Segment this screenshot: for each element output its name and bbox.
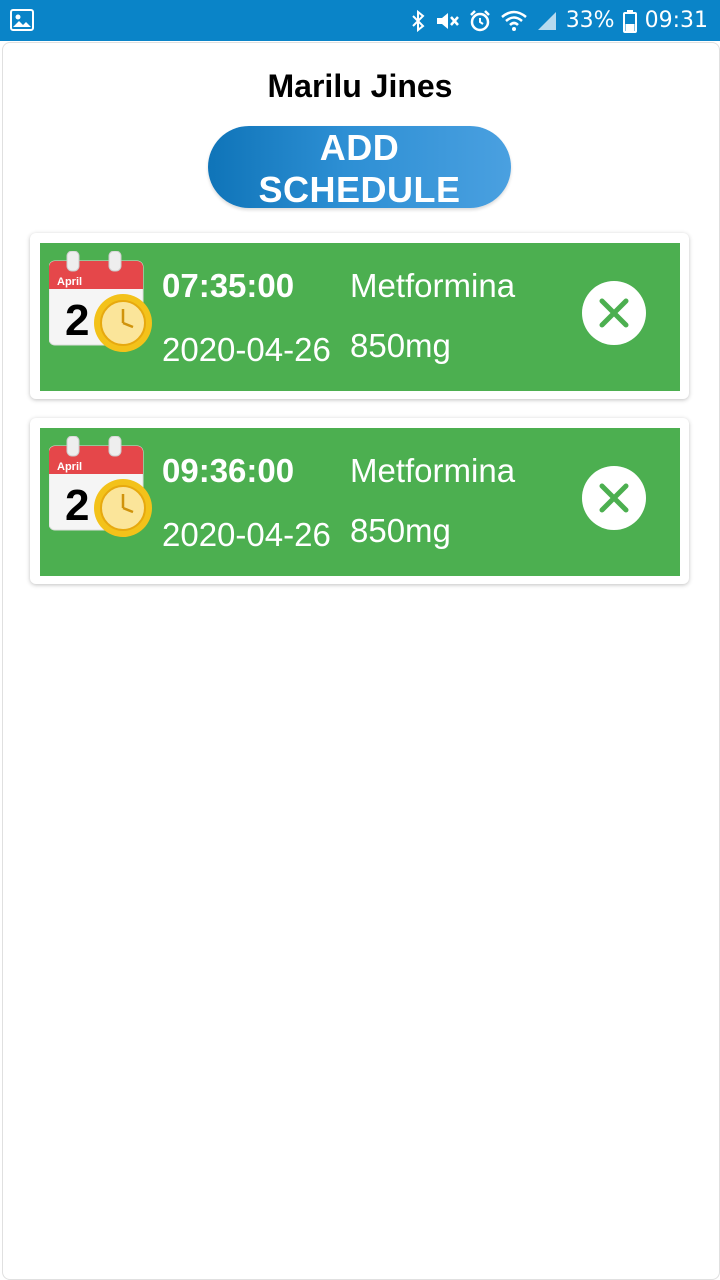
schedule-time: 09:36:00 xyxy=(162,452,295,489)
patient-name: Marilu Jines xyxy=(267,68,453,104)
add-schedule-button[interactable]: ADD SCHEDULE xyxy=(208,126,511,210)
mute-icon xyxy=(436,12,459,29)
medicine-name: Metformina xyxy=(350,267,516,304)
clock: 09:31 xyxy=(644,8,708,33)
schedule-card-body: April 2 07:35:00 2020-04-26 Metformina 8… xyxy=(40,243,680,391)
battery-icon xyxy=(622,9,637,33)
schedule-card-body: April 2 09:36:00 2020-04-26 Metformina 8… xyxy=(40,428,680,576)
schedule-date: 2020-04-26 xyxy=(162,331,331,368)
medicine-dose: 850mg xyxy=(350,512,451,549)
schedule-time: 07:35:00 xyxy=(162,267,295,304)
delete-schedule-button[interactable] xyxy=(582,466,646,530)
wifi-icon xyxy=(500,10,527,31)
medicine-name: Metformina xyxy=(350,452,516,489)
schedule-date: 2020-04-26 xyxy=(162,516,331,553)
schedule-card: April 2 07:35:00 2020-04-26 Metformina 8… xyxy=(30,233,689,399)
close-icon xyxy=(599,483,629,513)
close-icon xyxy=(599,298,629,328)
calendar-day-text: 2 xyxy=(65,296,89,345)
calendar-day-text: 2 xyxy=(65,481,89,530)
bluetooth-icon xyxy=(411,9,425,32)
schedule-card: April 2 09:36:00 2020-04-26 Metformina 8… xyxy=(30,418,689,584)
delete-schedule-button[interactable] xyxy=(582,281,646,345)
status-bar: 33% 09:31 xyxy=(0,0,720,41)
medicine-dose: 850mg xyxy=(350,327,451,364)
calendar-clock-icon: April 2 xyxy=(49,436,152,537)
signal-icon xyxy=(537,11,556,30)
alarm-icon xyxy=(469,9,490,31)
calendar-clock-icon: April 2 xyxy=(49,251,152,352)
calendar-month-text: April xyxy=(57,276,82,288)
calendar-month-text: April xyxy=(57,461,82,473)
battery-percent: 33% xyxy=(565,8,615,33)
content-panel xyxy=(2,42,720,1280)
image-icon xyxy=(10,9,34,31)
